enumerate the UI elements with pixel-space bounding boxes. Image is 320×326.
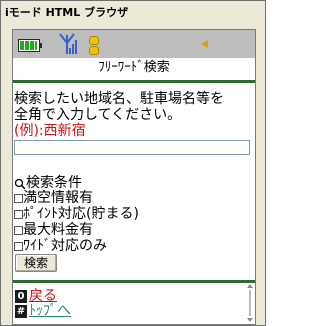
status-bar (13, 30, 255, 58)
scrollbar[interactable] (247, 284, 253, 322)
instruction-line-2: 全角で入力してください。 (14, 107, 182, 123)
antenna-icon (59, 33, 77, 54)
key-badge-0: 0 (15, 290, 27, 303)
search-button[interactable]: 検索 (15, 254, 57, 272)
example-text: (例):西新宿 (14, 123, 86, 139)
key-badge-hash: # (15, 305, 27, 318)
option-label-points: ﾎﾟｲﾝﾄ対応(貯まる) (23, 206, 139, 222)
divider-bottom (13, 280, 255, 283)
arrow-left-icon (201, 40, 208, 48)
phone-screen: ﾌﾘｰﾜｰﾄﾞ検索 検索したい地域名、駐車場名等を 全角で入力してください。 (… (12, 29, 256, 325)
back-link[interactable]: 戻る (29, 288, 57, 304)
divider-top (13, 80, 255, 83)
browser-window: iモード HTML ブラウザ ﾌﾘｰﾜｰﾄﾞ検索 検索したい地域名、駐車場名等を… (0, 0, 266, 326)
option-label-wide-only: ﾜｲﾄﾞ対応のみ (23, 238, 107, 254)
checkbox-wide-only[interactable] (14, 242, 23, 251)
imode-icon (89, 34, 99, 56)
search-input[interactable] (14, 140, 250, 155)
top-link[interactable]: ﾄｯﾌﾟへ (29, 303, 71, 319)
page-title: ﾌﾘｰﾜｰﾄﾞ検索 (98, 60, 170, 75)
magnifier-icon (14, 178, 26, 190)
option-label-vacancy: 満空情報有 (23, 190, 93, 206)
window-title: iモード HTML ブラウザ (1, 1, 265, 25)
battery-icon (18, 39, 42, 52)
option-label-max-fee: 最大料金有 (23, 222, 93, 238)
checkbox-max-fee[interactable] (14, 226, 23, 235)
conditions-heading: 検索条件 (26, 175, 82, 191)
checkbox-points[interactable] (14, 210, 23, 219)
checkbox-vacancy-info[interactable] (14, 194, 23, 203)
instruction-line-1: 検索したい地域名、駐車場名等を (14, 91, 224, 107)
